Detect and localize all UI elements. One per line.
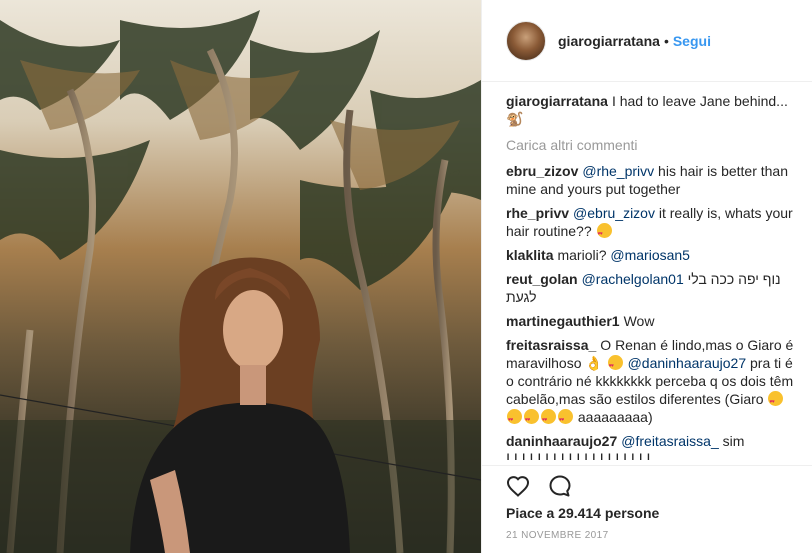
comment-username[interactable]: freitasraissa_ [506, 337, 596, 353]
heart-eyes-emoji-icon [558, 409, 573, 429]
header-separator: • [663, 32, 669, 49]
comment-text: aaaaaaaaa) [577, 409, 653, 425]
comment-item: daninhaaraujo27 @freitasraissa_ sim ᒪᒪᒪᒪᒪ… [506, 432, 796, 460]
comment-text: marioli? [557, 247, 607, 263]
comment-mention[interactable]: @freitasraissa_ [621, 433, 718, 449]
person [130, 257, 350, 553]
comment-item: martinegauthier1 Wow [506, 312, 796, 330]
header-username[interactable]: giarogiarratana [558, 33, 660, 49]
heart-outline-icon[interactable] [504, 472, 532, 500]
caption: giarogiarratana I had to leave Jane behin… [506, 92, 796, 128]
follow-button[interactable]: Segui [673, 33, 711, 49]
heart-outline-icon-svg [506, 476, 530, 497]
heart-eyes-emoji-icon [541, 409, 556, 429]
caption-text: I had to leave Jane behind... [611, 93, 788, 109]
comment-mention[interactable]: @rachelgolan01 [582, 271, 684, 287]
comment-mention[interactable]: @mariosan5 [610, 247, 690, 263]
ok-hand-emoji-icon: 👌 [585, 355, 603, 371]
comment-item: rhe_privv @ebru_zizov it really is, whats… [506, 204, 796, 243]
comment-item: reut_golan @rachelgolan01 נוף יפה ככה בלי… [506, 270, 796, 306]
comment-bubble-icon[interactable] [546, 472, 574, 500]
comment-mention[interactable]: @rhe_privv [582, 163, 654, 179]
comment-username[interactable]: reut_golan [506, 271, 578, 287]
likes-count[interactable]: Piace a 29.414 persone [506, 505, 659, 521]
heart-eyes-emoji-icon [507, 409, 522, 429]
comment-bubble-icon-svg [549, 475, 571, 497]
heart-eyes-emoji-icon [768, 391, 784, 411]
caption-username[interactable]: giarogiarratana [506, 93, 608, 109]
comments-list[interactable]: giarogiarratana I had to leave Jane behin… [506, 92, 796, 460]
heart-eyes-emoji-icon [596, 223, 612, 243]
comment-item: ebru_zizov @rhe_privv his hair is better … [506, 162, 796, 198]
comment-text: sim [722, 433, 745, 449]
post-date[interactable]: 21 NOVEMBRE 2017 [506, 530, 609, 541]
comment-item: freitasraissa_ O Renan é lindo,mas o Giar… [506, 336, 796, 429]
heart-eyes-emoji-icon [607, 355, 623, 375]
comment-username[interactable]: ebru_zizov [506, 163, 578, 179]
comment-username[interactable]: rhe_privv [506, 205, 569, 221]
action-icons [504, 472, 574, 500]
comment-mention[interactable]: @ebru_zizov [573, 205, 655, 221]
palm-trees-photo [0, 10, 481, 553]
avatar[interactable] [506, 20, 546, 61]
comment-item: klaklita marioli? @mariosan5 [506, 246, 796, 264]
post-photo[interactable] [0, 0, 481, 553]
post-actions: Piace a 29.414 persone 21 NOVEMBRE 2017 [482, 465, 812, 553]
monkey-emoji-icon: 🐒 [506, 111, 524, 127]
comment-username[interactable]: klaklita [506, 247, 553, 263]
post-header: giarogiarratana • Segui [482, 0, 812, 82]
load-more-comments[interactable]: Carica altri commenti [506, 136, 796, 154]
comment-mention[interactable]: @daninhaaraujo27 [628, 355, 747, 371]
comment-text: ᒪᒪᒪᒪᒪᒪᒪᒪᒪᒪᒪᒪᒪᒪᒪᒪᒪᒪᒪ [506, 451, 655, 460]
comment-username[interactable]: daninhaaraujo27 [506, 433, 617, 449]
comment-username[interactable]: martinegauthier1 [506, 313, 620, 329]
heart-eyes-emoji-icon [524, 409, 539, 429]
post-side-panel: giarogiarratana • Segui giarogiarratana I… [481, 0, 812, 553]
comment-text: Wow [623, 313, 655, 329]
